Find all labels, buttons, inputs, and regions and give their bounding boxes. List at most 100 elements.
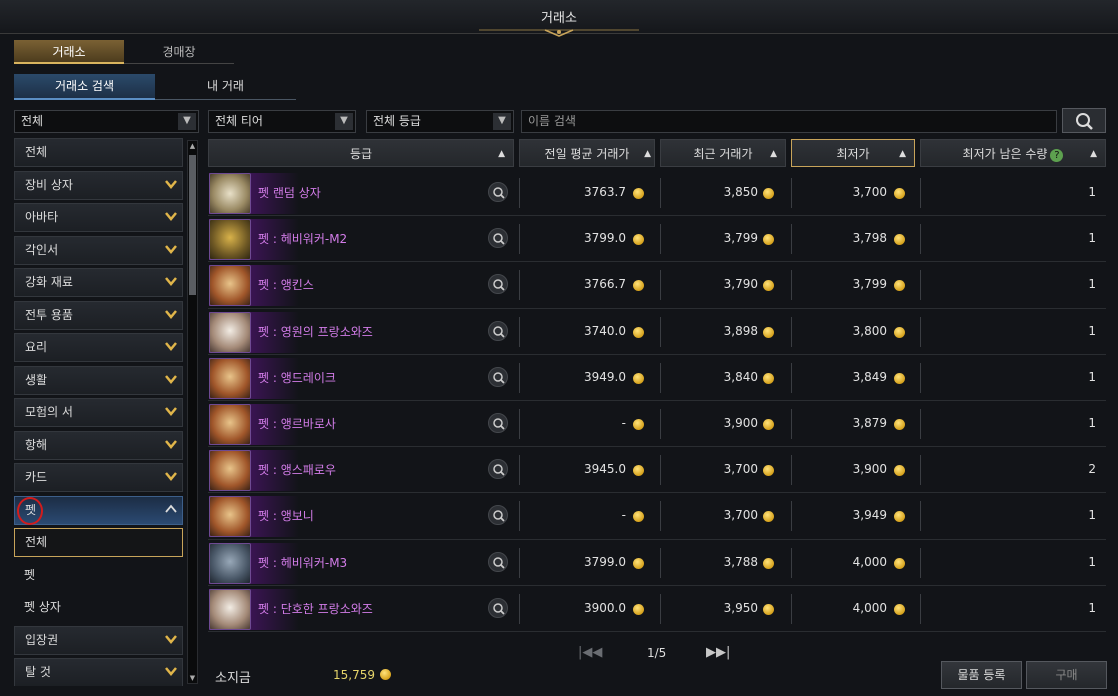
- table-row[interactable]: 펫 : 영원의 프랑소와즈 3740.0 3,898 3,800 1: [208, 309, 1106, 355]
- help-icon[interactable]: ?: [1050, 149, 1064, 162]
- lowest-price-value: 3,949: [852, 508, 887, 523]
- sidebar-item-upgrade-material[interactable]: 강화 재료: [14, 268, 183, 297]
- inspect-button[interactable]: [488, 182, 508, 202]
- item-name[interactable]: 펫 : 앵스패로우: [258, 461, 336, 478]
- last-page-icon[interactable]: ▶▶|: [706, 645, 730, 660]
- table-row[interactable]: 펫 : 헤비워커-M3 3799.0 3,788 4,000 1: [208, 540, 1106, 586]
- avg-price-value: 3799.0: [584, 554, 626, 569]
- inspect-button[interactable]: [488, 597, 508, 618]
- sidebar-item-label: 전체: [25, 145, 48, 159]
- sidebar-item-life[interactable]: 생활: [14, 365, 183, 395]
- inspect-button[interactable]: [488, 320, 508, 341]
- scroll-down-icon[interactable]: ▼: [188, 673, 197, 683]
- table-row[interactable]: 펫 : 앵드레이크 3949.0 3,840 3,849 1: [208, 355, 1106, 401]
- pet-owl-icon: [209, 357, 251, 399]
- register-item-button[interactable]: 물품 등록: [941, 661, 1022, 689]
- inspect-button[interactable]: [488, 228, 508, 249]
- table-row[interactable]: 펫 : 앵스패로우 3945.0 3,700 3,900 2: [208, 447, 1106, 494]
- column-divider: [660, 316, 661, 347]
- buy-button[interactable]: 구매: [1026, 661, 1107, 689]
- column-divider: [791, 408, 792, 439]
- tab-exchange[interactable]: 거래소: [14, 40, 124, 64]
- scrollbar-thumb[interactable]: [189, 155, 196, 295]
- item-name[interactable]: 펫 : 영원의 프랑소와즈: [258, 323, 373, 340]
- column-divider: [660, 501, 661, 532]
- chevron-down-icon: [165, 407, 177, 416]
- grade-dropdown[interactable]: 전체 등급 ▼: [366, 110, 514, 133]
- avg-price-value: 3766.7: [584, 277, 626, 292]
- gold-coin-icon: [633, 234, 644, 246]
- primary-tabs: 거래소 경매장: [14, 40, 234, 64]
- item-name[interactable]: 펫 : 앵드레이크: [258, 369, 336, 386]
- item-name[interactable]: 펫 : 앵르바로사: [258, 415, 336, 432]
- sidebar-subitem-pet-box[interactable]: 펫 상자: [14, 593, 183, 622]
- recent-price-cell: 3,898: [688, 324, 758, 338]
- item-name[interactable]: 펫 : 헤비워커-M2: [258, 230, 347, 247]
- table-row[interactable]: 펫 : 단호한 프랑소와즈 3900.0 3,950 4,000 1: [208, 586, 1106, 632]
- sidebar-subitem-all[interactable]: 전체: [14, 528, 183, 557]
- header-remaining[interactable]: 최저가 남은 수량? ▲: [920, 139, 1106, 167]
- sidebar-item-ticket[interactable]: 입장권: [14, 625, 183, 655]
- column-divider: [920, 408, 921, 439]
- sidebar-item-mount[interactable]: 탈 것: [14, 658, 183, 686]
- pagination: |◀◀ 1/5 ▶▶|: [578, 645, 738, 663]
- sidebar-item-cooking[interactable]: 요리: [14, 333, 183, 362]
- item-name[interactable]: 펫 : 헤비워커-M3: [258, 554, 347, 571]
- pet-owl-icon: [209, 265, 251, 307]
- sidebar-item-engraving[interactable]: 각인서: [14, 235, 183, 265]
- column-divider: [660, 547, 661, 578]
- search-input[interactable]: 이름 검색: [521, 110, 1057, 133]
- first-page-icon[interactable]: |◀◀: [578, 645, 602, 660]
- item-name[interactable]: 펫 : 앵킨스: [258, 276, 314, 293]
- inspect-button[interactable]: [488, 505, 508, 526]
- inspect-button[interactable]: [488, 274, 508, 295]
- table-row[interactable]: 펫 : 앵보니 - 3,700 3,949 1: [208, 493, 1106, 540]
- lowest-price-value: 3,700: [852, 185, 887, 199]
- table-row[interactable]: 펫 랜덤 상자 3763.7 3,850 3,700 1: [208, 170, 1106, 217]
- recent-price-cell: 3,799: [688, 231, 758, 245]
- sidebar-item-label: 강화 재료: [25, 275, 73, 289]
- column-divider: [519, 178, 520, 208]
- sidebar-item-equipment-box[interactable]: 장비 상자: [14, 170, 183, 200]
- sidebar-item-all[interactable]: 전체: [14, 138, 183, 167]
- sidebar-scrollbar[interactable]: ▲ ▼: [187, 140, 198, 684]
- sidebar-item-avatar[interactable]: 아바타: [14, 203, 183, 232]
- tab-my-trades[interactable]: 내 거래: [155, 74, 296, 100]
- inspect-button[interactable]: [488, 412, 508, 433]
- recent-price-value: 3,700: [723, 462, 758, 477]
- tab-exchange-search[interactable]: 거래소 검색: [14, 74, 155, 100]
- table-row[interactable]: 펫 : 헤비워커-M2 3799.0 3,799 3,798 1: [208, 216, 1106, 263]
- lowest-price-value: 3,800: [852, 323, 887, 338]
- table-row[interactable]: 펫 : 앵르바로사 - 3,900 3,879 1: [208, 401, 1106, 448]
- category-dropdown[interactable]: 전체 ▼: [14, 110, 199, 133]
- sidebar-item-card[interactable]: 카드: [14, 463, 183, 492]
- header-avg-price[interactable]: 전일 평균 거래가 ▲: [519, 139, 655, 167]
- header-recent-price[interactable]: 최근 거래가 ▲: [660, 139, 786, 167]
- tab-auction[interactable]: 경매장: [124, 40, 234, 64]
- inspect-button[interactable]: [488, 551, 508, 572]
- chevron-down-icon: [165, 277, 177, 286]
- header-grade[interactable]: 등급 ▲: [208, 139, 514, 167]
- header-lowest-price[interactable]: 최저가 ▲: [791, 139, 915, 167]
- window-title: 거래소: [541, 11, 577, 26]
- search-button[interactable]: [1062, 108, 1106, 133]
- sidebar-item-adventure-book[interactable]: 모험의 서: [14, 398, 183, 427]
- item-name[interactable]: 펫 : 앵보니: [258, 507, 314, 524]
- scroll-up-icon[interactable]: ▲: [188, 141, 197, 151]
- sidebar-item-label: 요리: [25, 340, 48, 354]
- avg-price-value: -: [621, 508, 626, 523]
- item-name[interactable]: 펫 : 단호한 프랑소와즈: [258, 600, 373, 617]
- column-divider: [920, 224, 921, 255]
- sort-up-icon: ▲: [770, 149, 777, 159]
- sidebar-subitem-pet[interactable]: 펫: [14, 561, 183, 590]
- recent-price-cell: 3,788: [688, 555, 758, 569]
- inspect-button[interactable]: [488, 459, 508, 480]
- tier-dropdown[interactable]: 전체 티어 ▼: [208, 110, 356, 133]
- sidebar-item-battle-item[interactable]: 전투 용품: [14, 300, 183, 330]
- table-row[interactable]: 펫 : 앵킨스 3766.7 3,790 3,799 1: [208, 262, 1106, 309]
- chevron-down-icon: [165, 309, 177, 319]
- column-divider: [660, 593, 661, 624]
- inspect-button[interactable]: [488, 366, 508, 387]
- sidebar-item-sailing[interactable]: 항해: [14, 430, 183, 460]
- item-name[interactable]: 펫 랜덤 상자: [258, 184, 321, 201]
